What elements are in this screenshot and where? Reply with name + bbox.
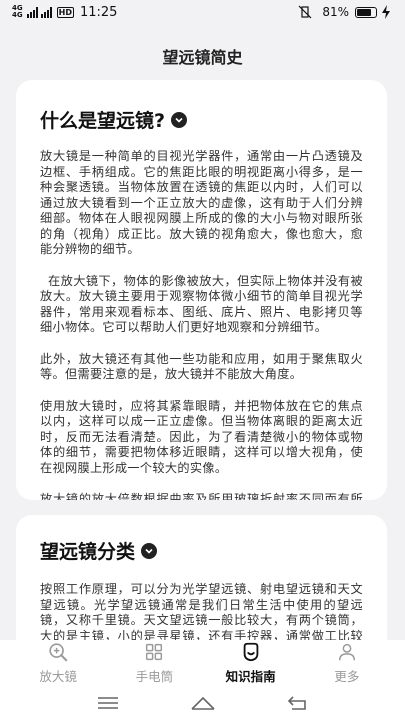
- status-left: 4G 4G HD 11:25: [12, 5, 117, 20]
- tab-label: 放大镜: [39, 669, 77, 684]
- paragraph: 此外，放大镜还有其他一些功能和应用，如用于聚焦取火等。但需要注意的是，放大镜并不…: [40, 351, 363, 382]
- signal-icon: [26, 6, 52, 18]
- person-icon: [338, 643, 355, 661]
- paragraph: 在放大镜下，物体的影像被放大，但实际上物体并没有被放大。放大镜主要用于观察物体微…: [40, 273, 363, 335]
- home-icon: [190, 696, 215, 710]
- home-nav-button[interactable]: [190, 693, 216, 713]
- paragraph: 放大镜是一种简单的目视光学器件，通常由一片凸透镜及边框、手柄组成。它的焦距比眼的…: [40, 149, 363, 256]
- status-bar: 4G 4G HD 11:25 81%: [0, 0, 405, 24]
- hd-badge: HD: [56, 6, 74, 18]
- network-type-2: 4G: [12, 11, 23, 19]
- card-heading-text: 什么是望远镜?: [40, 110, 166, 132]
- paragraph: 放大镜的放大倍数根据曲率及所用玻璃折射率不同而有所差异，有放大10、20、30倍…: [40, 492, 363, 500]
- tab-flashlight[interactable]: 手电筒: [114, 641, 194, 685]
- tab-label: 更多: [334, 669, 360, 684]
- magnifier-icon: [49, 643, 68, 662]
- back-icon: [287, 696, 306, 710]
- system-nav-bar: [0, 686, 405, 720]
- tab-label: 手电筒: [135, 669, 174, 684]
- content-card-classification: 望远镜分类 按照工作原理，可以分为光学望远镜、射电望远镜和天文望远镜。光学望远镜…: [16, 515, 387, 655]
- card-heading[interactable]: 什么是望远镜?: [40, 106, 363, 133]
- battery-percent: 81%: [322, 5, 349, 19]
- bottom-tab-bar: 放大镜 手电筒 知识指南 更多: [0, 640, 405, 686]
- chevron-down-icon[interactable]: [141, 542, 158, 559]
- tab-more[interactable]: 更多: [307, 641, 387, 685]
- card-heading[interactable]: 望远镜分类: [40, 537, 363, 564]
- tab-knowledge-guide[interactable]: 知识指南: [211, 641, 291, 685]
- tab-label: 知识指南: [225, 669, 276, 684]
- content-card-what-is: 什么是望远镜? 放大镜是一种简单的目视光学器件，通常由一片凸透镜及边框、手柄组成…: [16, 80, 387, 500]
- clock: 11:25: [79, 4, 118, 20]
- menu-nav-button[interactable]: [95, 693, 121, 713]
- paragraph: 使用放大镜时，应将其紧靠眼睛，并把物体放在它的焦点以内，这样可以成一正立虚像。但…: [40, 398, 363, 475]
- network-indicator: 4G 4G: [12, 5, 23, 19]
- status-right: 81%: [298, 5, 391, 19]
- knowledge-icon: [243, 642, 258, 662]
- grid-icon: [146, 643, 163, 661]
- vibrate-icon: [298, 5, 312, 19]
- tab-magnifier[interactable]: 放大镜: [18, 641, 98, 685]
- charging-icon: [382, 5, 390, 19]
- back-nav-button[interactable]: [285, 693, 311, 713]
- battery-icon: [355, 6, 377, 18]
- page-title: 望远镜简史: [162, 48, 243, 67]
- menu-icon: [97, 697, 118, 709]
- card-heading-text: 望远镜分类: [40, 541, 136, 563]
- chevron-down-icon[interactable]: [171, 111, 188, 128]
